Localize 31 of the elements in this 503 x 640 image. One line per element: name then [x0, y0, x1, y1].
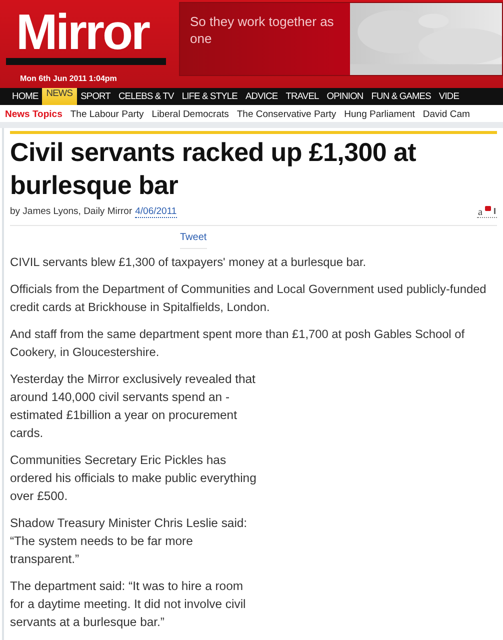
nav-tab[interactable]: FUN & GAMES	[367, 88, 435, 105]
topic-link[interactable]: David Cam	[422, 108, 470, 118]
nav-tab[interactable]: TRAVEL	[282, 88, 323, 105]
date-text: Mon 6th Jun 2011 1:04pm	[20, 74, 118, 83]
headline: Civil servants racked up £1,300 at burlesque bar	[10, 136, 418, 202]
byline: by James Lyons, Daily Mirror 4/06/2011	[10, 206, 177, 217]
article-paragraph: CIVIL servants blew £1,300 of taxpayers' money at a burlesque bar.	[10, 254, 368, 271]
logo[interactable]: Mirror	[6, 6, 166, 65]
article-paragraph: Officials from the Department of Communities and Local Government used publicly-funded credit cards at Brickhouse in Spitalfields, London.	[10, 281, 488, 316]
article-paragraph: The department said: “It was to hire a room for a daytime meeting. It did not involve civil servants at a burlesque bar.”	[10, 578, 247, 631]
article-paragraph: Communities Secretary Eric Pickles has ordered his officials to make public everything over £500.	[10, 452, 258, 505]
nav-tab[interactable]: CELEBS & TV	[114, 88, 178, 105]
topic-link[interactable]: Liberal Democrats	[152, 108, 229, 118]
topic-link[interactable]: Hung Parliament	[344, 108, 415, 118]
nav-tab[interactable]: ADVICE	[241, 88, 282, 105]
article-paragraph: Shadow Treasury Minister Chris Leslie said: “The system needs to be far more transparent.”	[10, 515, 248, 568]
tweet-link[interactable]: Tweet	[180, 226, 207, 249]
nav-tab[interactable]: VIDE	[434, 88, 464, 105]
nav-tab[interactable]: SPORT	[76, 88, 114, 105]
article-paragraph: Yesterday the Mirror exclusively revealed that around 140,000 civil servants spend an - estimated £1billion a year on procurement cards.	[10, 371, 256, 442]
date-link[interactable]: 4/06/2011	[135, 206, 177, 218]
nav-tab[interactable]: NEWS	[42, 88, 77, 105]
topic-link[interactable]: The Labour Party	[70, 108, 144, 118]
advert-text: So they work together as one	[189, 13, 335, 48]
article-paragraph: And staff from the same department spent more than £1,700 at posh Gables School of Cookery, in Gloucestershire.	[10, 326, 466, 361]
advert-banner[interactable]: So they work together as one	[179, 2, 503, 76]
topics-label: News Topics	[5, 108, 62, 118]
topic-link[interactable]: The Conservative Party	[236, 108, 336, 118]
nav-tab[interactable]: HOME	[8, 88, 42, 105]
nav-tab[interactable]: OPINION	[322, 88, 368, 105]
nav-tab[interactable]: LIFE & STYLE	[178, 88, 242, 105]
